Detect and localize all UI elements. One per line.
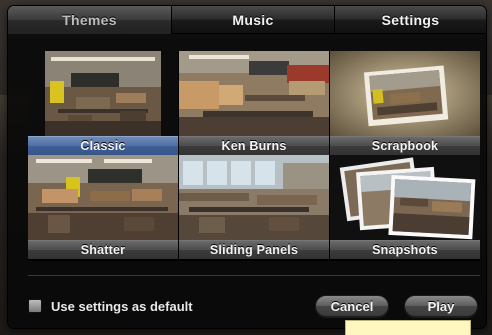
use-default-label: Use settings as default: [51, 298, 193, 314]
theme-sliding-panels[interactable]: Sliding Panels: [179, 155, 329, 259]
theme-label: Snapshots: [330, 240, 480, 259]
divider: [28, 275, 480, 276]
tab-settings[interactable]: Settings: [335, 6, 486, 34]
theme-label: Shatter: [28, 240, 178, 259]
play-button[interactable]: Play: [404, 295, 478, 317]
theme-label: Sliding Panels: [179, 240, 329, 259]
tab-themes[interactable]: Themes: [8, 6, 172, 34]
theme-label: Classic: [28, 136, 178, 155]
default-settings-option: Use settings as default: [28, 297, 193, 315]
tab-music[interactable]: Music: [172, 6, 335, 34]
cancel-button[interactable]: Cancel: [315, 295, 389, 317]
theme-label: Scrapbook: [330, 136, 480, 155]
theme-scrapbook[interactable]: Scrapbook: [330, 51, 480, 155]
scrapbook-thumbnail: [330, 51, 480, 136]
shatter-thumbnail: [28, 155, 178, 240]
theme-snapshots[interactable]: Snapshots: [330, 155, 480, 259]
ken-burns-thumbnail: [179, 51, 329, 136]
theme-label: Ken Burns: [179, 136, 329, 155]
tab-bar: Themes Music Settings: [8, 6, 486, 34]
sliding-panels-thumbnail: [179, 155, 329, 240]
theme-shatter[interactable]: Shatter: [28, 155, 178, 259]
use-default-checkbox[interactable]: [28, 299, 42, 313]
theme-classic[interactable]: Classic: [28, 51, 178, 155]
snapshots-thumbnail: [330, 155, 480, 240]
theme-ken-burns[interactable]: Ken Burns: [179, 51, 329, 155]
classic-thumbnail: [28, 51, 178, 136]
theme-grid: Classic Ken Burns Scrapbook Shatter Slid…: [28, 51, 480, 261]
slideshow-options-panel: Themes Music Settings Classic Ken Burns …: [8, 6, 486, 328]
tooltip-popup: [345, 320, 471, 335]
